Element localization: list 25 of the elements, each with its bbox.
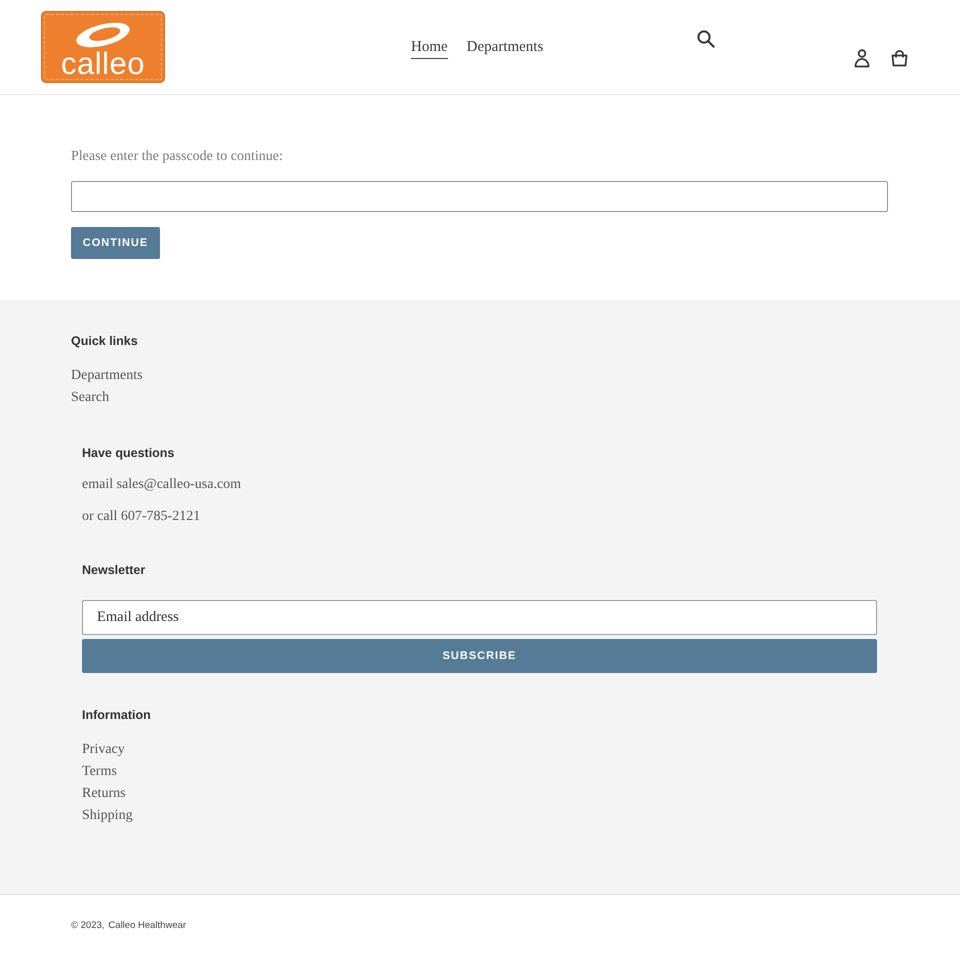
passcode-prompt: Please enter the passcode to continue:: [71, 148, 284, 166]
footer-link[interactable]: Departments: [71, 365, 143, 387]
passcode-field[interactable]: [71, 181, 888, 212]
email-field[interactable]: Email address: [82, 600, 877, 635]
subscribe-button[interactable]: SUBSCRIBE: [82, 639, 877, 673]
footer-link[interactable]: Search: [71, 387, 110, 409]
contact-text: or call 607-785-2121: [82, 508, 200, 526]
search-icon[interactable]: [697, 30, 716, 48]
account-icon[interactable]: [854, 49, 870, 68]
footer-link[interactable]: Shipping: [82, 805, 133, 827]
footer-link[interactable]: Returns: [82, 783, 126, 805]
section-heading: Information: [82, 707, 151, 723]
contact-text: email sales@calleo-usa.com: [82, 476, 242, 494]
nav-link[interactable]: Departments: [466, 37, 544, 59]
section-heading: Newsletter: [82, 562, 146, 578]
section-heading: Quick links: [71, 333, 138, 349]
logo-text: calleo: [61, 50, 145, 78]
copyright-text: © 2023,: [71, 920, 104, 930]
continue-button[interactable]: CONTINUE: [71, 227, 160, 259]
cart-icon[interactable]: [891, 50, 908, 67]
section-heading: Have questions: [82, 445, 174, 461]
footer-link[interactable]: Terms: [82, 761, 117, 783]
copyright-link[interactable]: Calleo Healthwear: [108, 920, 186, 930]
footer-link[interactable]: Privacy: [82, 739, 125, 761]
nav-link[interactable]: Home: [411, 37, 448, 59]
